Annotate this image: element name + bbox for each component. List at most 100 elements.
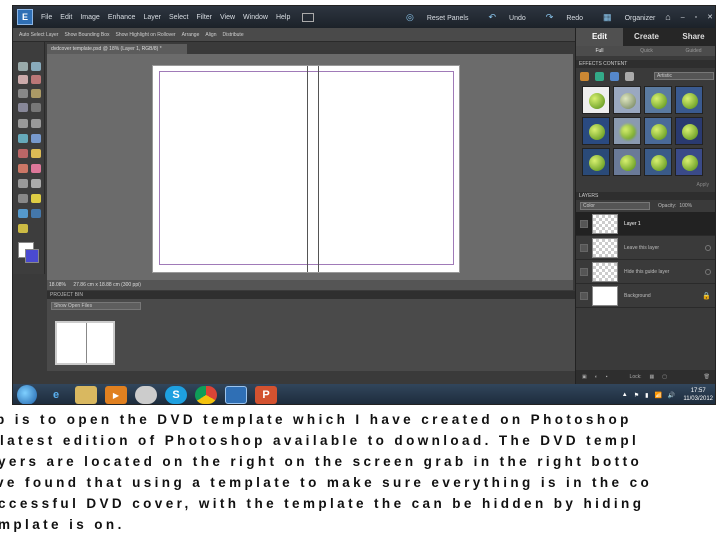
lock-transparent-icon[interactable]: ▦ [650,374,655,380]
visibility-eye-icon[interactable] [580,267,588,276]
clock[interactable]: 17:57 11/03/2012 [683,387,713,403]
document-tab[interactable]: dvdcover template.psd @ 18% (Layer 1, RG… [47,44,187,54]
menu-enhance[interactable]: Enhance [108,14,136,21]
home-icon[interactable]: ⌂ [665,12,670,22]
layer-row[interactable]: Hide this guide layer [576,260,715,284]
reset-panels-button[interactable]: ◎ Reset Panels [396,12,469,23]
visibility-eye-icon[interactable] [580,219,588,228]
itunes-icon[interactable] [135,386,157,404]
layer-row[interactable]: Background 🔒 [576,284,715,308]
minimize-icon[interactable]: – [681,14,685,21]
blend-mode-dropdown[interactable]: Color [580,202,650,210]
menu-filter[interactable]: Filter [196,14,212,21]
file-explorer-icon[interactable] [75,386,97,404]
clone-stamp-tool-icon[interactable] [18,149,28,158]
effect-thumbnail[interactable] [613,86,641,114]
show-open-files-dropdown[interactable]: Show Open Files [51,302,141,310]
all-effects-icon[interactable] [625,71,634,81]
start-button-icon[interactable] [17,385,37,404]
effect-thumbnail[interactable] [582,148,610,176]
effect-thumbnail[interactable] [613,117,641,145]
menu-file[interactable]: File [41,14,52,21]
blur-tool-icon[interactable] [18,209,28,218]
layer-row[interactable]: Layer 1 [576,212,715,236]
flag-icon[interactable]: ⚑ [634,392,639,399]
effect-thumbnail[interactable] [644,148,672,176]
menu-layer[interactable]: Layer [143,14,161,21]
delete-layer-icon[interactable]: 🗑 [704,374,710,380]
layer-row[interactable]: Leave this layer [576,236,715,260]
move-tool-icon[interactable] [18,62,28,71]
layer-styles-icon[interactable] [595,71,604,81]
effect-thumbnail[interactable] [644,86,672,114]
pencil-tool-icon[interactable] [31,149,41,158]
chrome-icon[interactable] [195,386,217,404]
new-layer-icon[interactable]: ▣ [582,374,587,380]
visibility-eye-icon[interactable] [580,243,588,252]
tab-full[interactable]: Full [576,46,623,56]
maximize-icon[interactable]: ▫ [695,14,697,21]
lasso-tool-icon[interactable] [31,89,41,98]
apply-button[interactable]: Apply [576,180,715,190]
powerpoint-icon[interactable]: P [255,386,277,404]
network-icon[interactable]: 📶 [654,392,661,399]
effect-thumbnail[interactable] [675,117,703,145]
tab-create[interactable]: Create [623,28,670,46]
menu-select[interactable]: Select [169,14,188,21]
menu-help[interactable]: Help [276,14,290,21]
eraser-tool-icon[interactable] [18,164,28,173]
effect-thumbnail[interactable] [675,148,703,176]
hand-tool-icon[interactable] [18,75,28,84]
tray-arrow-icon[interactable]: ▲ [622,392,628,398]
menu-edit[interactable]: Edit [60,14,72,21]
show-highlight-checkbox[interactable]: Show Highlight on Rollover [116,32,176,38]
effect-thumbnail[interactable] [582,117,610,145]
internet-explorer-icon[interactable]: e [45,386,67,404]
red-eye-tool-icon[interactable] [18,134,28,143]
dvd-template-canvas[interactable] [152,65,460,273]
menu-view[interactable]: View [220,14,235,21]
photo-effects-icon[interactable] [610,71,619,81]
marquee-tool-icon[interactable] [18,89,28,98]
eyedropper-tool-icon[interactable] [31,75,41,84]
lock-all-icon[interactable]: ▢ [662,374,667,380]
effect-thumbnail[interactable] [675,86,703,114]
undo-button[interactable]: ↶ Undo [478,12,525,23]
distribute-dropdown[interactable]: Distribute [222,32,243,38]
magic-wand-tool-icon[interactable] [31,103,41,112]
type-tool-icon[interactable] [18,119,28,128]
effect-thumbnail[interactable] [644,117,672,145]
redo-button[interactable]: ↷ Redo [536,12,583,23]
organizer-button[interactable]: ▦ Organizer [593,12,655,23]
volume-icon[interactable]: 🔊 [668,392,675,399]
crop-tool-icon[interactable] [31,119,41,128]
battery-icon[interactable]: ▮ [645,392,648,399]
tab-share[interactable]: Share [670,28,715,46]
canvas-area[interactable] [47,54,573,280]
filters-icon[interactable] [580,71,589,81]
zoom-tool-icon[interactable] [31,62,41,71]
sponge-tool-icon[interactable] [31,209,41,218]
photoshop-elements-icon[interactable] [225,386,247,404]
cookie-cutter-tool-icon[interactable] [18,224,28,233]
effect-thumbnail[interactable] [613,148,641,176]
spot-healing-tool-icon[interactable] [31,134,41,143]
paint-bucket-tool-icon[interactable] [31,179,41,188]
tab-guided[interactable]: Guided [670,46,715,56]
menu-image[interactable]: Image [80,14,99,21]
new-adjustment-layer-icon[interactable]: ◐ [595,374,598,380]
tab-quick[interactable]: Quick [623,46,670,56]
skype-icon[interactable]: S [165,386,187,404]
smart-brush-tool-icon[interactable] [18,179,28,188]
layout-grid-icon[interactable] [302,12,315,22]
media-player-icon[interactable]: ▶ [105,386,127,404]
show-bounding-box-checkbox[interactable]: Show Bounding Box [64,32,109,38]
brush-tool-icon[interactable] [31,164,41,173]
gradient-tool-icon[interactable] [18,194,28,203]
align-dropdown[interactable]: Align [205,32,216,38]
layer-mask-icon[interactable]: ▪ [606,374,608,380]
menu-window[interactable]: Window [243,14,268,21]
tab-edit[interactable]: Edit [576,28,623,46]
quick-selection-tool-icon[interactable] [18,103,28,112]
open-file-thumbnail[interactable] [55,321,115,365]
